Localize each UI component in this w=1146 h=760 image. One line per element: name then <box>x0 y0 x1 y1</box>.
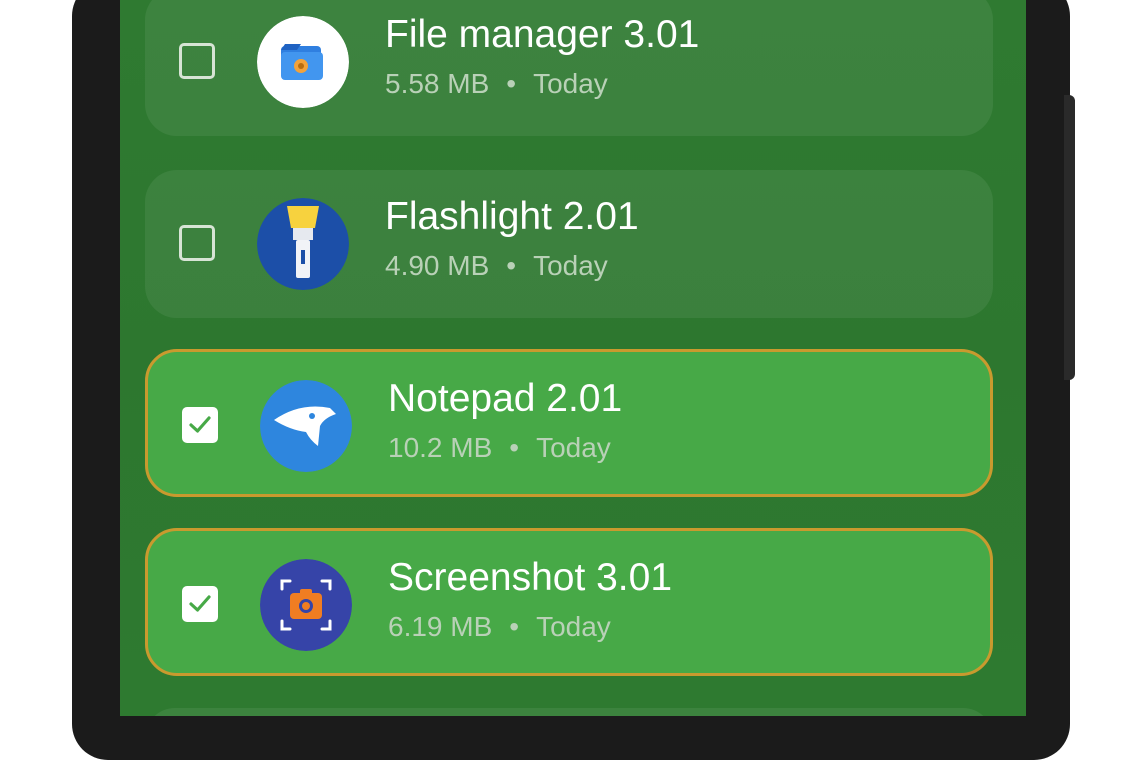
list-item-file-manager[interactable]: File manager 3.01 5.58 MB • Today <box>145 0 993 136</box>
app-name: Screenshot 3.01 <box>388 556 673 599</box>
app-name: Notepad 2.01 <box>388 377 623 420</box>
app-meta: 4.90 MB • Today <box>385 250 608 282</box>
list-item-screenshot[interactable]: Screenshot 3.01 6.19 MB • Today <box>145 528 993 676</box>
app-date: Today <box>536 432 611 463</box>
separator-dot: • <box>509 432 520 463</box>
screenshot-icon <box>260 559 352 651</box>
notepad-icon <box>260 380 352 472</box>
app-list: File manager 3.01 5.58 MB • Today Flashlig… <box>120 0 1026 716</box>
flashlight-icon <box>257 198 349 290</box>
separator-dot: • <box>506 250 517 281</box>
app-screen: File manager 3.01 5.58 MB • Today Flashlig… <box>120 0 1026 716</box>
list-item-flashlight[interactable]: Flashlight 2.01 4.90 MB • Today <box>145 170 993 318</box>
app-size: 10.2 MB <box>388 432 493 463</box>
app-date: Today <box>533 250 608 281</box>
checkbox[interactable] <box>179 225 215 261</box>
checkmark-icon <box>189 595 211 612</box>
app-name: File manager 3.01 <box>385 13 700 56</box>
app-meta: 6.19 MB • Today <box>388 611 611 643</box>
app-date: Today <box>533 68 608 99</box>
app-meta: 5.58 MB • Today <box>385 68 608 100</box>
separator-dot: • <box>509 611 520 642</box>
app-size: 5.58 MB <box>385 68 490 99</box>
phone-side-button <box>1064 95 1075 380</box>
app-meta: 10.2 MB • Today <box>388 432 611 464</box>
app-date: Today <box>536 611 611 642</box>
separator-dot: • <box>506 68 517 99</box>
app-name: Flashlight 2.01 <box>385 195 639 238</box>
app-size: 6.19 MB <box>388 611 493 642</box>
file-manager-icon <box>257 16 349 108</box>
list-item-next-partial[interactable] <box>145 708 993 716</box>
checkmark-icon <box>189 416 211 433</box>
checkbox-checked[interactable] <box>182 586 218 622</box>
list-item-notepad[interactable]: Notepad 2.01 10.2 MB • Today <box>145 349 993 497</box>
checkbox[interactable] <box>179 43 215 79</box>
app-size: 4.90 MB <box>385 250 490 281</box>
checkbox-checked[interactable] <box>182 407 218 443</box>
